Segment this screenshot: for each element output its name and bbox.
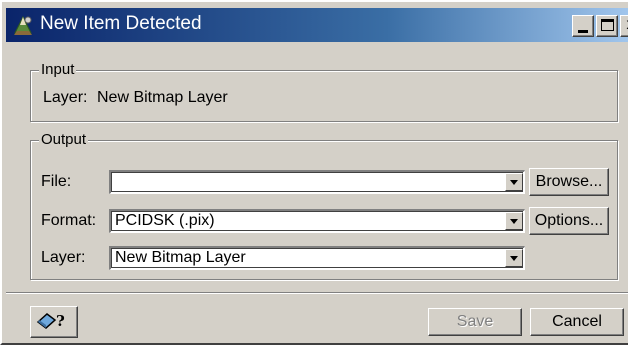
input-layer-label: Layer: [43, 89, 88, 106]
input-groupbox: Input Layer: New Bitmap Layer [30, 61, 618, 122]
title-bar[interactable]: New Item Detected x [6, 8, 628, 42]
file-dropdown-button[interactable] [505, 173, 523, 191]
dialog-window: New Item Detected x Input Layer: New Bit… [0, 0, 628, 345]
chevron-down-icon [510, 256, 518, 261]
format-dropdown-button[interactable] [505, 212, 523, 230]
browse-button[interactable]: Browse... [529, 168, 609, 196]
input-group-legend: Input [39, 61, 77, 78]
options-button[interactable]: Options... [529, 207, 609, 235]
output-layer-label: Layer: [41, 249, 86, 266]
close-button[interactable]: x [620, 15, 628, 37]
svg-text:?: ? [56, 312, 65, 330]
maximize-button[interactable] [596, 15, 618, 37]
save-button[interactable]: Save [428, 308, 522, 336]
footer-separator [6, 292, 628, 294]
output-layer-value: New Bitmap Layer [115, 249, 246, 266]
format-combobox[interactable]: PCIDSK (.pix) [109, 209, 525, 233]
help-button[interactable]: ? [30, 306, 78, 338]
layer-dropdown-button[interactable] [505, 249, 523, 267]
input-layer-value: New Bitmap Layer [97, 89, 228, 106]
window-title: New Item Detected [40, 13, 202, 34]
cancel-button[interactable]: Cancel [530, 308, 624, 336]
minimize-icon [578, 30, 588, 33]
file-label: File: [41, 173, 72, 190]
output-groupbox: Output File: Browse... Format: PCIDSK (.… [30, 131, 618, 280]
chevron-down-icon [510, 180, 518, 185]
app-icon [14, 15, 32, 35]
output-group-legend: Output [39, 131, 89, 148]
format-label: Format: [41, 212, 97, 229]
chevron-down-icon [510, 219, 518, 224]
format-value: PCIDSK (.pix) [115, 212, 215, 229]
output-layer-combobox[interactable]: New Bitmap Layer [109, 246, 525, 270]
context-help-icon: ? [36, 312, 65, 330]
file-combobox[interactable] [109, 170, 525, 194]
maximize-icon [601, 19, 614, 31]
minimize-button[interactable] [572, 15, 594, 37]
